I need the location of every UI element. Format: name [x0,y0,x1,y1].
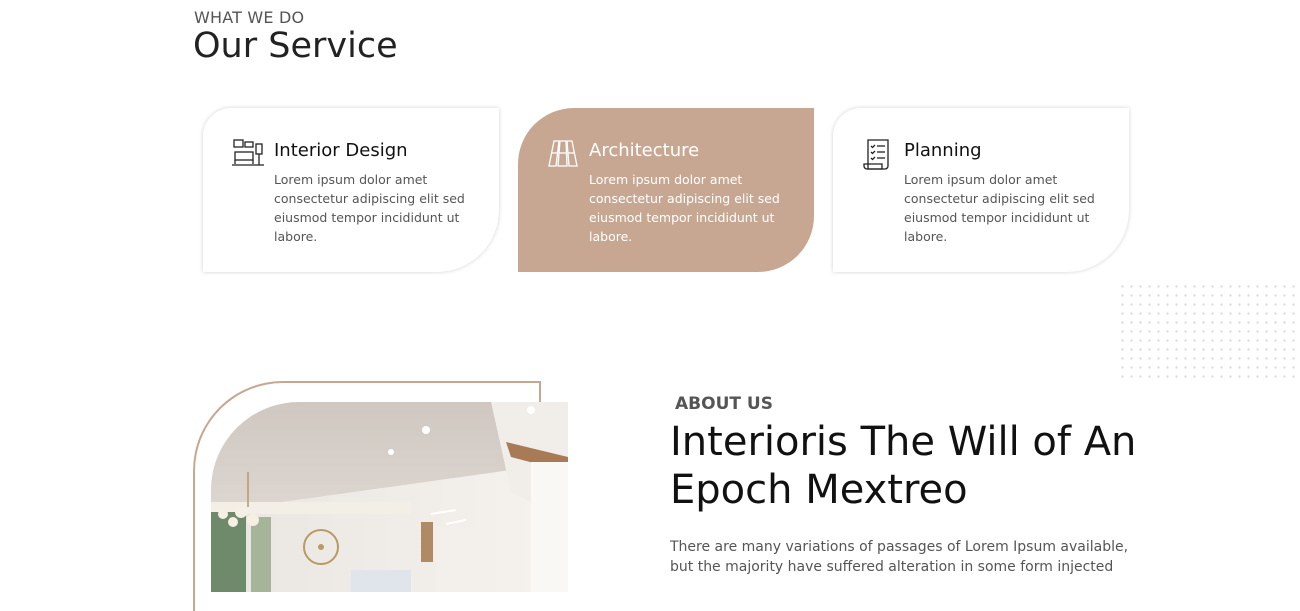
card-text-line: labore. [904,229,948,244]
about-paragraph-line: but the majority have suffered alteratio… [670,559,1114,575]
card-text-line: Lorem ipsum dolor amet [274,172,428,187]
card-text-line: consectetur adipiscing elit sed [589,191,780,206]
interior-photo [211,402,568,592]
card-text-line: eiusmod tempor incididunt ut [589,210,775,225]
service-card-architecture[interactable]: Architecture Lorem ipsum dolor amet cons… [518,108,814,272]
card-title: Interior Design [274,140,408,161]
card-title: Architecture [589,140,700,161]
card-text-line: Lorem ipsum dolor amet [904,172,1058,187]
card-text: Lorem ipsum dolor amet consectetur adipi… [904,170,1104,246]
service-card-planning[interactable]: Planning Lorem ipsum dolor amet consecte… [833,108,1129,272]
service-title: Our Service [193,26,398,66]
image-frame-outline-edge [539,381,541,403]
card-text-line: consectetur adipiscing elit sed [904,191,1095,206]
decorative-dot-pattern [1118,282,1300,384]
card-text-line: Lorem ipsum dolor amet [589,172,743,187]
card-text-line: consectetur adipiscing elit sed [274,191,465,206]
card-text-line: labore. [274,229,318,244]
card-text-line: eiusmod tempor incididunt ut [904,210,1090,225]
card-text: Lorem ipsum dolor amet consectetur adipi… [274,170,474,246]
service-card-interior-design[interactable]: Interior Design Lorem ipsum dolor amet c… [203,108,499,272]
about-eyebrow: ABOUT US [675,394,773,414]
service-eyebrow: WHAT WE DO [194,8,305,27]
card-text: Lorem ipsum dolor amet consectetur adipi… [589,170,789,246]
about-title-line: Epoch Mextreo [670,467,968,513]
about-paragraph-line: There are many variations of passages of… [670,539,1129,555]
architecture-icon [548,140,578,167]
about-paragraph: There are many variations of passages of… [670,537,1129,577]
card-text-line: eiusmod tempor incididunt ut [274,210,460,225]
about-title-line: Interioris The Will of An [670,419,1137,465]
card-title: Planning [904,140,982,161]
card-text-line: labore. [589,229,633,244]
interior-design-icon [232,139,264,166]
planning-icon [863,139,889,170]
interior-photo-illustration [211,402,568,592]
about-title: Interioris The Will of An Epoch Mextreo [670,418,1150,514]
